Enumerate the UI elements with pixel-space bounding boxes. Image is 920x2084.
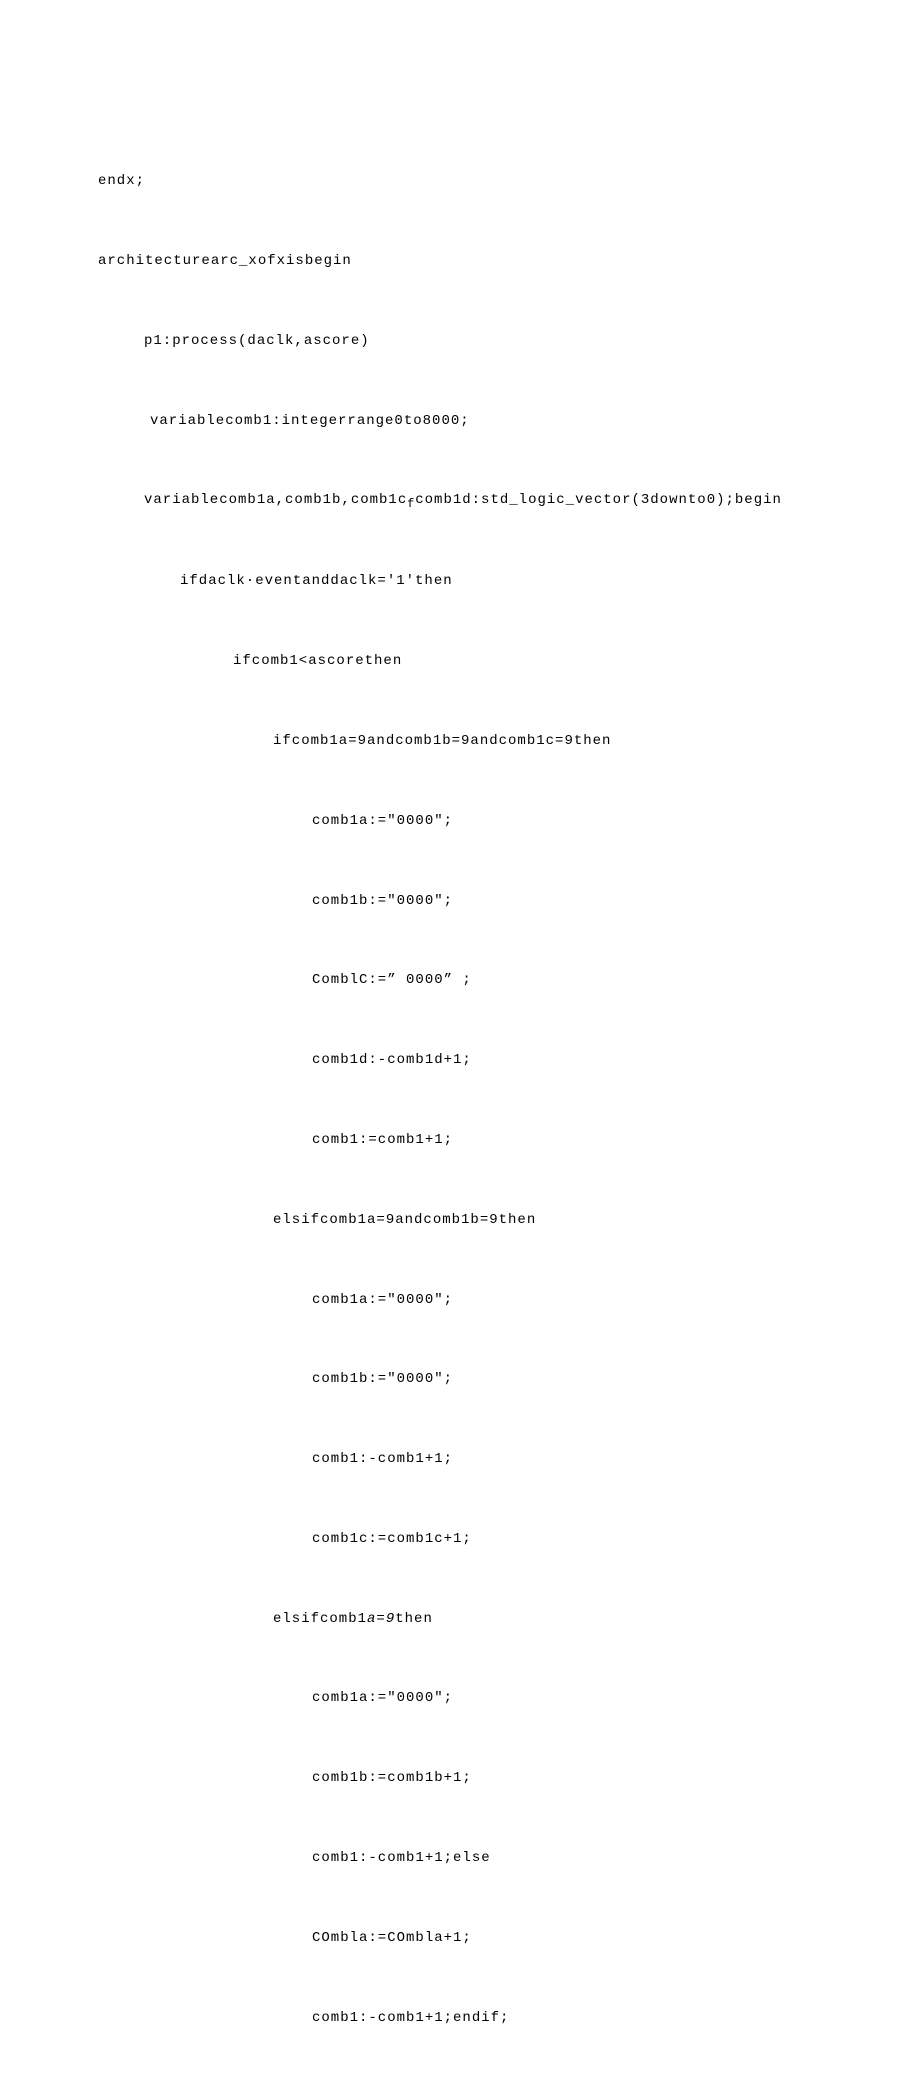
code-text: then (395, 1611, 433, 1627)
code-line: elsifcomb1a=9andcomb1b=9then (98, 1207, 920, 1234)
code-line: comb1a:="0000"; (98, 808, 920, 835)
code-line: ifcomb1a=9andcomb1b=9andcomb1c=9then (98, 728, 920, 755)
code-italic: a=9 (367, 1611, 395, 1627)
code-line: comb1:-comb1+1;endif; (98, 2005, 920, 2032)
code-text: variablecomb1a,comb1b,comb1c (144, 492, 407, 508)
code-line: ifdaclk·eventanddaclk='1'then (98, 568, 920, 595)
code-line: comb1b:="0000"; (98, 1366, 920, 1393)
code-line: comb1a:="0000"; (98, 1287, 920, 1314)
document-page: endx; architecturearc_xofxisbegin p1:pro… (0, 0, 920, 2084)
code-line: comb1:-comb1+1;else (98, 1845, 920, 1872)
code-line: comb1b:="0000"; (98, 888, 920, 915)
code-line: comb1:-comb1+1; (98, 1446, 920, 1473)
code-text: elsifcomb1 (273, 1611, 367, 1627)
code-block: endx; architecturearc_xofxisbegin p1:pro… (98, 115, 920, 2084)
code-line: COmbla:=COmbla+1; (98, 1925, 920, 1952)
code-line: comb1d:-comb1d+1; (98, 1047, 920, 1074)
code-line: elsifcomb1a=9then (98, 1606, 920, 1633)
code-line: ifcomb1<ascorethen (98, 648, 920, 675)
code-line: comb1:=comb1+1; (98, 1127, 920, 1154)
code-line: variablecomb1:integerrange0to8000; (98, 408, 920, 435)
code-line: architecturearc_xofxisbegin (98, 248, 920, 275)
code-line: comb1c:=comb1c+1; (98, 1526, 920, 1553)
code-text: comb1d:std_logic_vector(3downto0);begin (415, 492, 782, 508)
code-line: comb1b:=comb1b+1; (98, 1765, 920, 1792)
code-line: comb1a:="0000"; (98, 1685, 920, 1712)
code-line: endx; (98, 168, 920, 195)
code-line: variablecomb1a,comb1b,comb1cfcomb1d:std_… (98, 487, 920, 515)
code-line: p1:process(daclk,ascore) (98, 328, 920, 355)
code-line: ComblC:=” 0000” ; (98, 967, 920, 994)
